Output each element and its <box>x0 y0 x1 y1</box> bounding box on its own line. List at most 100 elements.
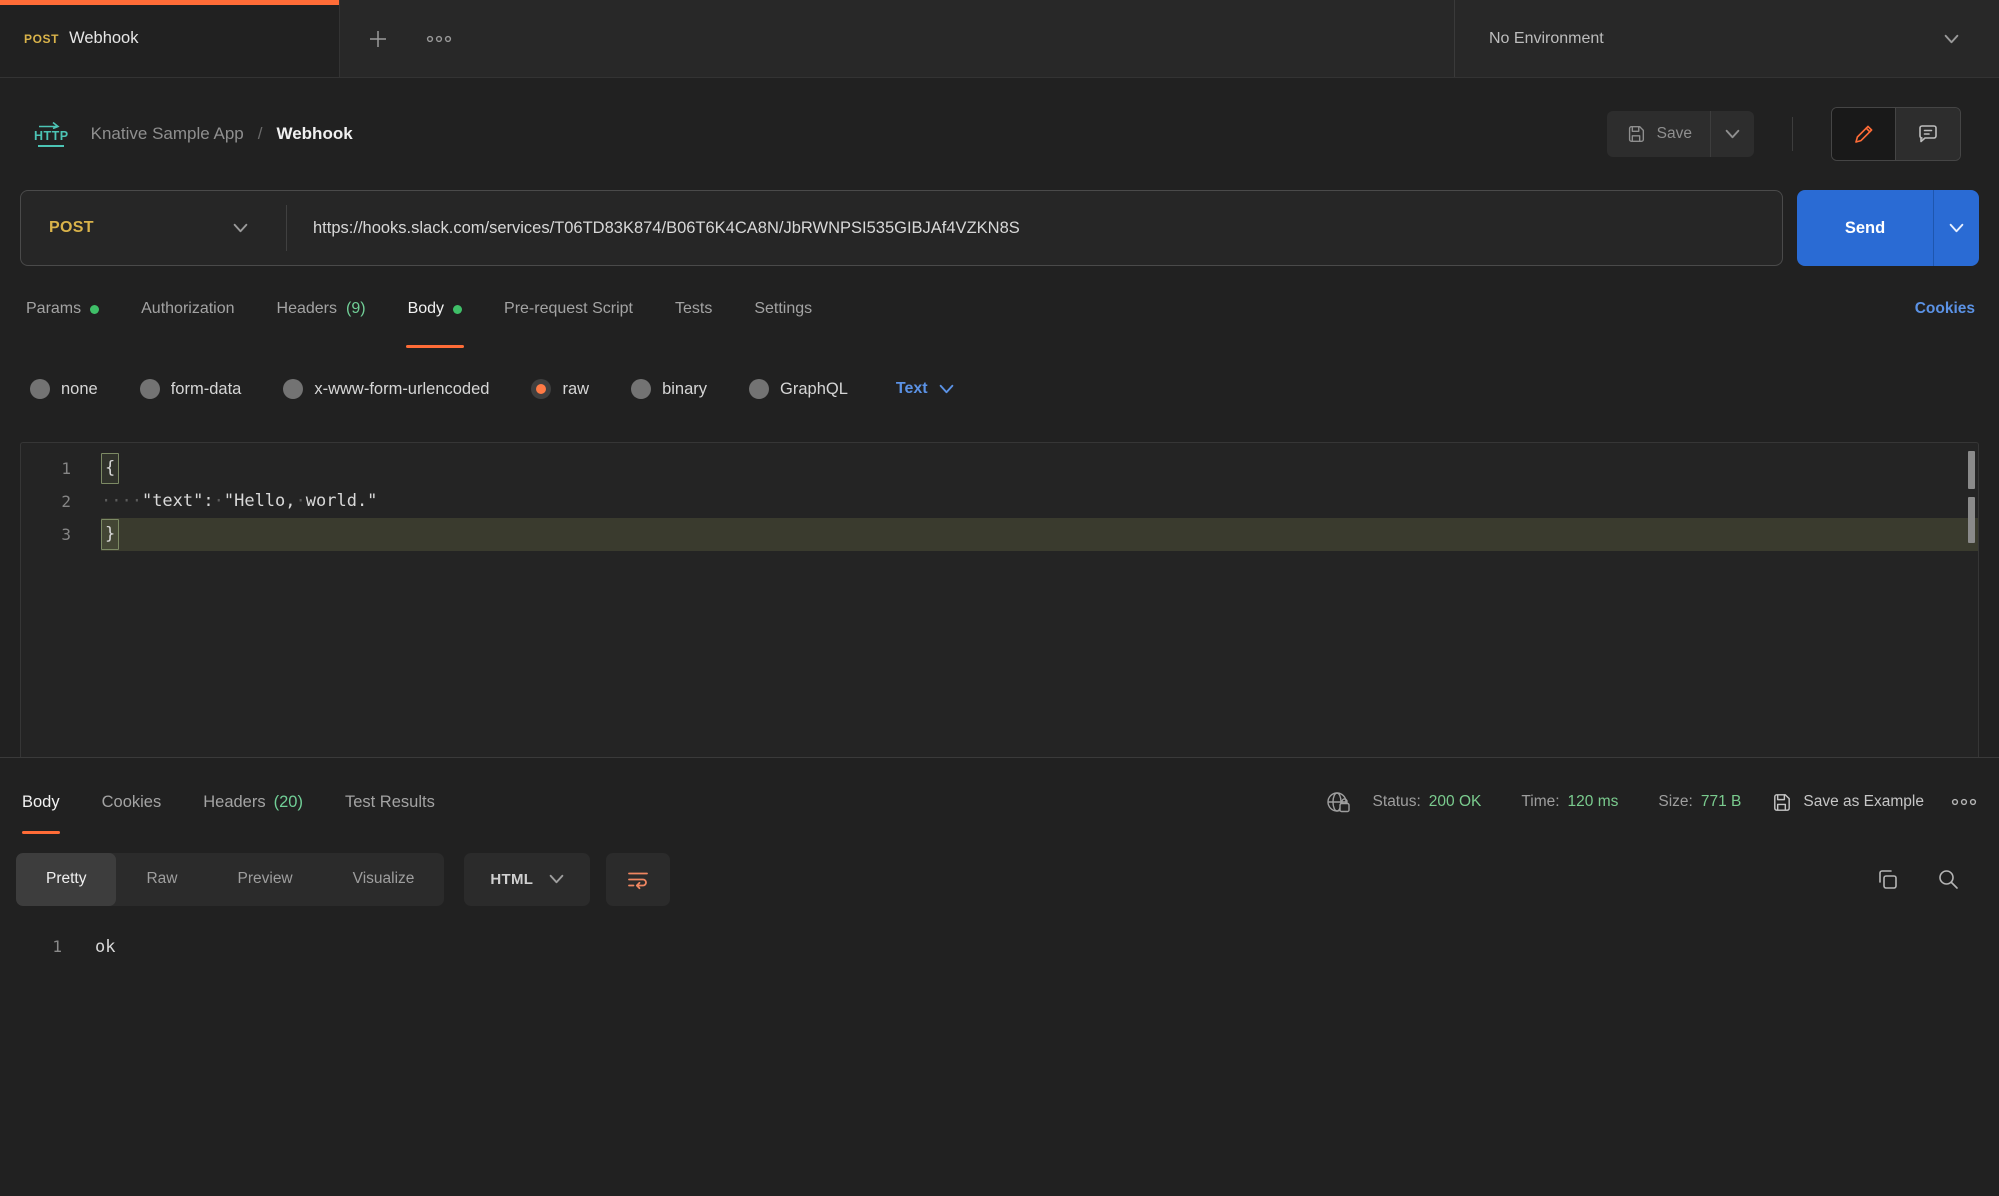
url-box: POST <box>20 190 1783 266</box>
new-tab-button[interactable] <box>366 27 390 51</box>
send-button-group: Send <box>1797 190 1979 266</box>
copy-response-button[interactable] <box>1875 867 1900 892</box>
request-tabs: Params Authorization Headers (9) Body Pr… <box>24 266 852 352</box>
chevron-down-icon <box>1725 129 1740 139</box>
open-brace: { <box>101 453 119 484</box>
chevron-down-icon <box>549 874 564 884</box>
environment-label: No Environment <box>1489 30 1932 48</box>
radio-binary[interactable]: binary <box>631 379 707 399</box>
editor-scrollbar[interactable] <box>1968 497 1975 543</box>
radio-icon-selected <box>531 379 551 399</box>
copy-icon <box>1875 867 1900 892</box>
breadcrumb-collection[interactable]: Knative Sample App <box>91 124 244 144</box>
close-brace: } <box>101 519 119 550</box>
editor-line-3: 3 } <box>21 518 1978 551</box>
save-label: Save <box>1657 125 1692 143</box>
view-visualize[interactable]: Visualize <box>323 853 445 906</box>
save-options-button[interactable] <box>1710 111 1754 157</box>
save-as-example-button[interactable]: Save as Example <box>1770 791 1924 814</box>
breadcrumb: HTTP Knative Sample App / Webhook <box>34 121 353 147</box>
response-tabs: Body Cookies Headers (20) Test Results <box>22 758 477 846</box>
chevron-down-icon <box>1949 223 1964 233</box>
raw-format-selector[interactable]: Text <box>896 380 954 398</box>
editor-line-1: 1 { <box>21 452 1978 485</box>
method-label: POST <box>49 219 94 237</box>
line-number: 1 <box>0 932 62 962</box>
breadcrumb-request-name[interactable]: Webhook <box>276 124 352 144</box>
header-actions: Save <box>1607 107 1961 161</box>
radio-x-www-form-urlencoded[interactable]: x-www-form-urlencoded <box>283 379 489 399</box>
view-pretty[interactable]: Pretty <box>16 853 116 906</box>
response-tools <box>1875 867 1979 892</box>
comments-button[interactable] <box>1896 108 1960 160</box>
method-selector[interactable]: POST <box>21 191 286 265</box>
postman-window: POST Webhook No Environment HTTP Knative… <box>0 0 1999 1196</box>
divider <box>1792 117 1793 151</box>
radio-icon <box>283 379 303 399</box>
save-button[interactable]: Save <box>1607 111 1710 157</box>
response-view-toolbar: Pretty Raw Preview Visualize HTML <box>0 846 1999 912</box>
headers-count: (9) <box>346 300 366 318</box>
cookies-link[interactable]: Cookies <box>1915 300 1975 318</box>
response-content: ok <box>95 932 115 962</box>
line-number: 2 <box>21 485 101 518</box>
pencil-icon <box>1852 122 1876 146</box>
response-view-switcher: Pretty Raw Preview Visualize <box>16 853 444 906</box>
response-meta: Status: 200 OK Time: 120 ms Size: 771 B … <box>1325 789 1977 816</box>
editor-scrollbar[interactable] <box>1968 451 1975 489</box>
response-tab-cookies[interactable]: Cookies <box>102 758 162 846</box>
comment-icon <box>1916 122 1940 146</box>
request-tabs-row: Params Authorization Headers (9) Body Pr… <box>0 266 1999 352</box>
more-options-icon <box>426 34 452 44</box>
environment-selector[interactable]: No Environment <box>1454 0 1999 77</box>
radio-form-data[interactable]: form-data <box>140 379 242 399</box>
params-dot <box>90 305 99 314</box>
tab-params[interactable]: Params <box>24 266 101 352</box>
search-response-button[interactable] <box>1936 867 1961 892</box>
send-options-button[interactable] <box>1933 190 1979 266</box>
response-tab-body[interactable]: Body <box>22 758 60 846</box>
request-url-row: POST Send <box>20 190 1979 266</box>
response-options-button[interactable] <box>1951 797 1977 807</box>
tab-bar: POST Webhook No Environment <box>0 0 1999 78</box>
response-header-row: Body Cookies Headers (20) Test Results <box>0 758 1999 846</box>
save-button-group: Save <box>1607 111 1754 157</box>
tab-authorization[interactable]: Authorization <box>139 266 236 352</box>
radio-none[interactable]: none <box>30 379 98 399</box>
size-badge[interactable]: Size: 771 B <box>1658 793 1741 811</box>
tab-method-badge: POST <box>24 32 59 46</box>
response-format-selector[interactable]: HTML <box>464 853 590 906</box>
tab-title: Webhook <box>69 29 138 48</box>
tab-body[interactable]: Body <box>406 266 464 352</box>
radio-raw[interactable]: raw <box>531 379 589 399</box>
tab-headers[interactable]: Headers (9) <box>275 266 368 352</box>
view-preview[interactable]: Preview <box>208 853 323 906</box>
send-button[interactable]: Send <box>1797 190 1933 266</box>
edit-comment-group <box>1831 107 1961 161</box>
tab-settings[interactable]: Settings <box>752 266 814 352</box>
status-badge[interactable]: Status: 200 OK <box>1373 793 1482 811</box>
url-input[interactable] <box>287 191 1782 265</box>
radio-graphql[interactable]: GraphQL <box>749 379 848 399</box>
tab-options-button[interactable] <box>426 34 452 44</box>
edit-button[interactable] <box>1832 108 1896 160</box>
response-tab-headers[interactable]: Headers (20) <box>203 758 303 846</box>
radio-icon <box>30 379 50 399</box>
request-body-editor[interactable]: 1 { 2 ····"text":·"Hello,·world." 3 } <box>20 442 1979 757</box>
chevron-down-icon <box>939 384 954 394</box>
tab-strip-actions <box>340 0 452 77</box>
response-headers-count: (20) <box>274 793 303 812</box>
tab-pre-request-script[interactable]: Pre-request Script <box>502 266 635 352</box>
body-dot <box>453 305 462 314</box>
view-raw[interactable]: Raw <box>116 853 207 906</box>
response-body[interactable]: 1 ok <box>0 912 1999 1196</box>
time-badge[interactable]: Time: 120 ms <box>1521 793 1618 811</box>
response-tab-test-results[interactable]: Test Results <box>345 758 435 846</box>
save-icon <box>1625 123 1647 145</box>
network-info-icon[interactable] <box>1325 789 1352 816</box>
request-tab-webhook[interactable]: POST Webhook <box>0 0 340 77</box>
wrap-lines-button[interactable] <box>606 853 670 906</box>
search-icon <box>1936 867 1961 892</box>
save-icon <box>1770 791 1793 814</box>
tab-tests[interactable]: Tests <box>673 266 714 352</box>
